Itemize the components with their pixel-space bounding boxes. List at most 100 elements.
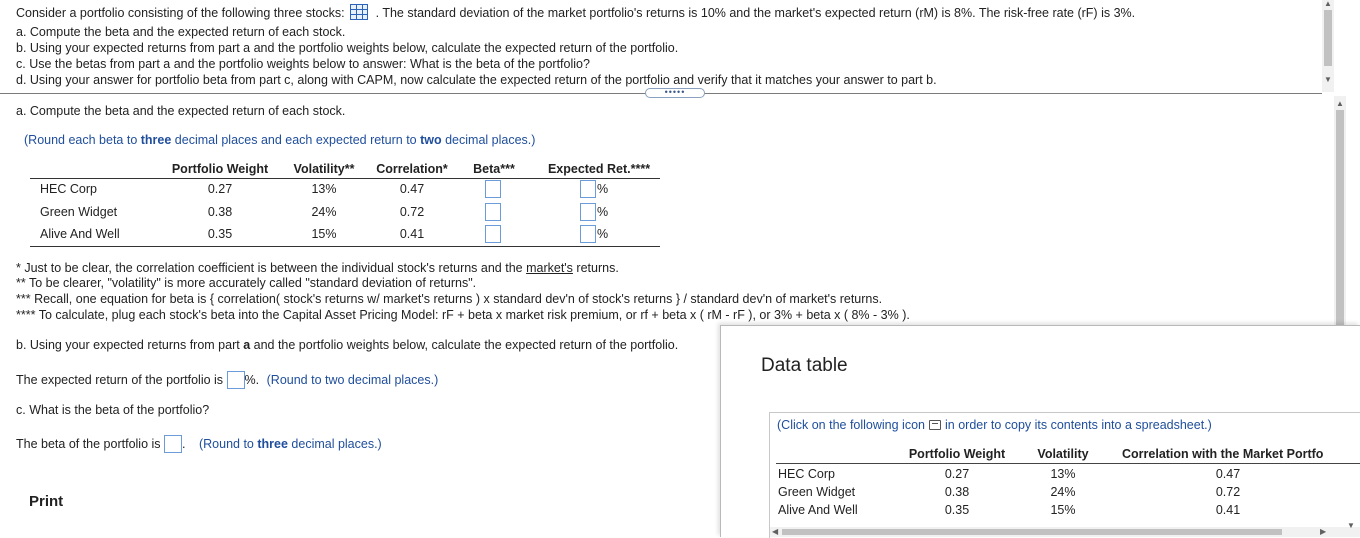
col-header-correlation: Correlation*: [376, 162, 448, 176]
part-c-rounding-hint: (Round to three decimal places.): [199, 437, 382, 451]
col-header-expected-return: Expected Ret.****: [547, 162, 651, 176]
dt-cell-weight: 0.27: [944, 467, 970, 481]
question-item-c: c. Use the betas from part a and the por…: [16, 57, 590, 71]
question-intro: Consider a portfolio consisting of the f…: [16, 4, 1135, 20]
beta-input-alive-and-well[interactable]: [485, 225, 501, 243]
cell-volatility: 15%: [311, 227, 337, 241]
dt-cell-correlation: 0.41: [1215, 503, 1241, 517]
col-header-beta: Beta***: [473, 162, 515, 176]
pct-sign: %: [597, 205, 609, 219]
dt-cell-volatility: 15%: [1050, 503, 1076, 517]
part-c-answer-line: The beta of the portfolio is . (Round to…: [16, 435, 382, 453]
expected-return-input-hec[interactable]: [580, 180, 596, 198]
expand-question-button[interactable]: •••••: [645, 88, 705, 98]
scroll-left-icon[interactable]: ◀: [772, 528, 778, 536]
question-panel: Consider a portfolio consisting of the f…: [0, 0, 1322, 96]
dt-cell-correlation: 0.47: [1215, 467, 1241, 481]
portfolio-expected-return-input[interactable]: [226, 371, 245, 389]
hint-bold: three: [140, 133, 172, 147]
hint-text: decimal places.): [287, 437, 382, 451]
cell-correlation: 0.72: [399, 205, 425, 219]
dt-header-rule: [776, 463, 1360, 464]
row-name-hec: HEC Corp: [40, 182, 97, 196]
part-b-rounding-hint: (Round to two decimal places.): [266, 373, 439, 387]
main-scroll-up-icon[interactable]: ▲: [1336, 100, 1344, 108]
dt-horizontal-scrollbar-thumb[interactable]: [782, 529, 1282, 535]
print-button[interactable]: Print: [29, 493, 63, 510]
beta-input-green-widget[interactable]: [485, 203, 501, 221]
question-item-d: d. Using your answer for portfolio beta …: [16, 73, 937, 87]
part-b-answer-suffix: %.: [244, 373, 260, 387]
row-name-alive-and-well: Alive And Well: [40, 227, 120, 241]
question-item-b: b. Using your expected returns from part…: [16, 41, 679, 55]
beta-input-hec[interactable]: [485, 180, 501, 198]
data-table-popup: Data table (Click on the following icon i…: [720, 325, 1360, 538]
scroll-up-icon[interactable]: ▲: [1324, 0, 1332, 8]
hint-text: (Round each beta to: [24, 133, 141, 147]
question-scrollbar[interactable]: ▲ ▼: [1322, 0, 1334, 92]
copy-instruction-text: (Click on the following icon: [777, 418, 925, 432]
cell-weight: 0.38: [207, 205, 233, 219]
hint-text: (Round to: [198, 437, 258, 451]
portfolio-beta-input[interactable]: [164, 435, 183, 453]
data-table-frame: (Click on the following icon in order to …: [769, 412, 1360, 538]
dt-col-header-correlation: Correlation with the Market Portfo: [1122, 447, 1324, 461]
part-b-answer-label: The expected return of the portfolio is: [16, 373, 227, 387]
part-c-answer-suffix: .: [182, 437, 186, 451]
dt-row-name: Green Widget: [778, 485, 856, 499]
hint-text: decimal places and each expected return …: [171, 133, 421, 147]
dt-row-name: Alive And Well: [778, 503, 858, 517]
question-intro-text: Consider a portfolio consisting of the f…: [16, 6, 345, 20]
popup-scroll-down-icon[interactable]: ▼: [1347, 522, 1355, 530]
part-a-title: a. Compute the beta and the expected ret…: [16, 104, 346, 118]
part-a-rounding-hint: (Round each beta to three decimal places…: [24, 133, 535, 147]
part-b-title-text: b. Using your expected returns from part: [16, 338, 244, 352]
data-table-title: Data table: [761, 355, 848, 376]
table-header-rule: [30, 178, 660, 179]
note-beta-equation: *** Recall, one equation for beta is { c…: [16, 292, 883, 306]
cell-weight: 0.35: [207, 227, 233, 241]
note-correlation: * Just to be clear, the correlation coef…: [16, 261, 619, 275]
part-b-answer-line: The expected return of the portfolio is …: [16, 371, 438, 389]
dt-cell-weight: 0.35: [944, 503, 970, 517]
hint-text: decimal places.): [441, 133, 536, 147]
expected-return-input-green-widget[interactable]: [580, 203, 596, 221]
col-header-weight: Portfolio Weight: [171, 162, 269, 176]
scroll-down-icon[interactable]: ▼: [1324, 76, 1332, 84]
note-text: * Just to be clear, the correlation coef…: [16, 261, 527, 275]
dt-cell-correlation: 0.72: [1215, 485, 1241, 499]
table-bottom-rule: [30, 246, 660, 247]
col-header-volatility: Volatility**: [293, 162, 355, 176]
scroll-right-icon[interactable]: ▶: [1320, 528, 1326, 536]
expected-return-input-alive-and-well[interactable]: [580, 225, 596, 243]
dt-cell-weight: 0.38: [944, 485, 970, 499]
dt-col-header-volatility: Volatility: [1037, 447, 1089, 461]
part-c-answer-label: The beta of the portfolio is: [16, 437, 165, 451]
copy-instruction: (Click on the following icon in order to …: [777, 418, 1212, 432]
copy-instruction-text-2: in order to copy its contents into a spr…: [945, 418, 1212, 432]
question-item-a: a. Compute the beta and the expected ret…: [16, 25, 346, 39]
hint-bold: three: [257, 437, 288, 451]
question-scrollbar-thumb[interactable]: [1324, 10, 1332, 66]
note-volatility: ** To be clearer, "volatility" is more a…: [16, 276, 477, 290]
pct-sign: %: [597, 182, 609, 196]
dt-cell-volatility: 13%: [1050, 467, 1076, 481]
row-name-green-widget: Green Widget: [40, 205, 118, 219]
part-c-title: c. What is the beta of the portfolio?: [16, 403, 210, 417]
hint-bold: two: [420, 133, 442, 147]
dt-col-header-weight: Portfolio Weight: [908, 447, 1006, 461]
market-term-link[interactable]: market's: [526, 261, 573, 275]
dt-horizontal-scrollbar[interactable]: ◀ ▶: [770, 527, 1360, 537]
copy-icon[interactable]: [929, 420, 941, 430]
cell-volatility: 24%: [311, 205, 337, 219]
table-grid-icon[interactable]: [350, 4, 369, 20]
question-intro-text-2: . The standard deviation of the market p…: [375, 6, 1136, 20]
cell-correlation: 0.41: [399, 227, 425, 241]
pct-sign: %: [597, 227, 609, 241]
part-b-title: b. Using your expected returns from part…: [16, 338, 678, 352]
part-b-title-text-2: and the portfolio weights below, calcula…: [250, 338, 679, 352]
dt-cell-volatility: 24%: [1050, 485, 1076, 499]
cell-volatility: 13%: [311, 182, 337, 196]
cell-correlation: 0.47: [399, 182, 425, 196]
note-capm: **** To calculate, plug each stock's bet…: [16, 308, 910, 322]
